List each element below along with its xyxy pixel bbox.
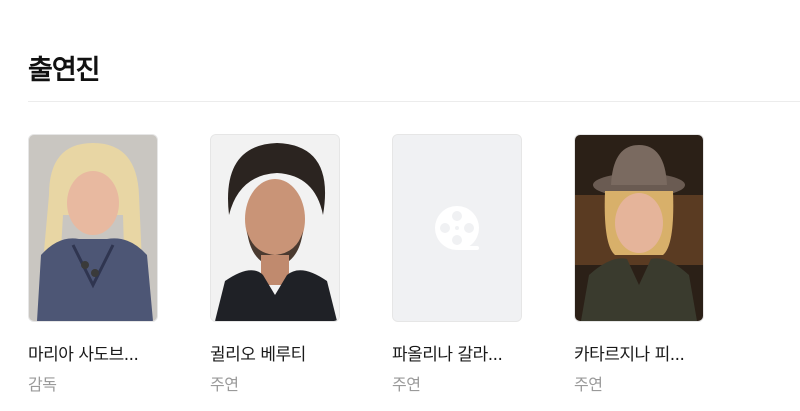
cast-role: 감독	[28, 375, 57, 394]
cast-card[interactable]: 귈리오 베루티 주연	[210, 134, 340, 395]
cast-photo-0[interactable]	[28, 134, 158, 322]
cast-photo-3[interactable]	[574, 134, 704, 322]
section-divider	[28, 101, 800, 102]
film-reel-placeholder-icon	[393, 135, 521, 321]
cast-name[interactable]: 마리아 사도브...	[28, 340, 158, 365]
cast-role: 주연	[574, 375, 603, 394]
cast-card[interactable]: 마리아 사도브... 감독	[28, 134, 158, 395]
section-title: 출연진	[28, 55, 101, 86]
cast-role: 주연	[392, 375, 421, 394]
cast-name[interactable]: 귈리오 베루티	[210, 340, 340, 365]
cast-role: 주연	[210, 375, 239, 394]
cast-photo-2[interactable]	[392, 134, 522, 322]
cast-name[interactable]: 카타르지나 피...	[574, 340, 704, 365]
cast-photo-1[interactable]	[210, 134, 340, 322]
cast-card[interactable]: 카타르지나 피... 주연	[574, 134, 704, 395]
cast-name[interactable]: 파올리나 갈라...	[392, 340, 522, 365]
cast-card[interactable]: 파올리나 갈라... 주연	[392, 134, 522, 395]
